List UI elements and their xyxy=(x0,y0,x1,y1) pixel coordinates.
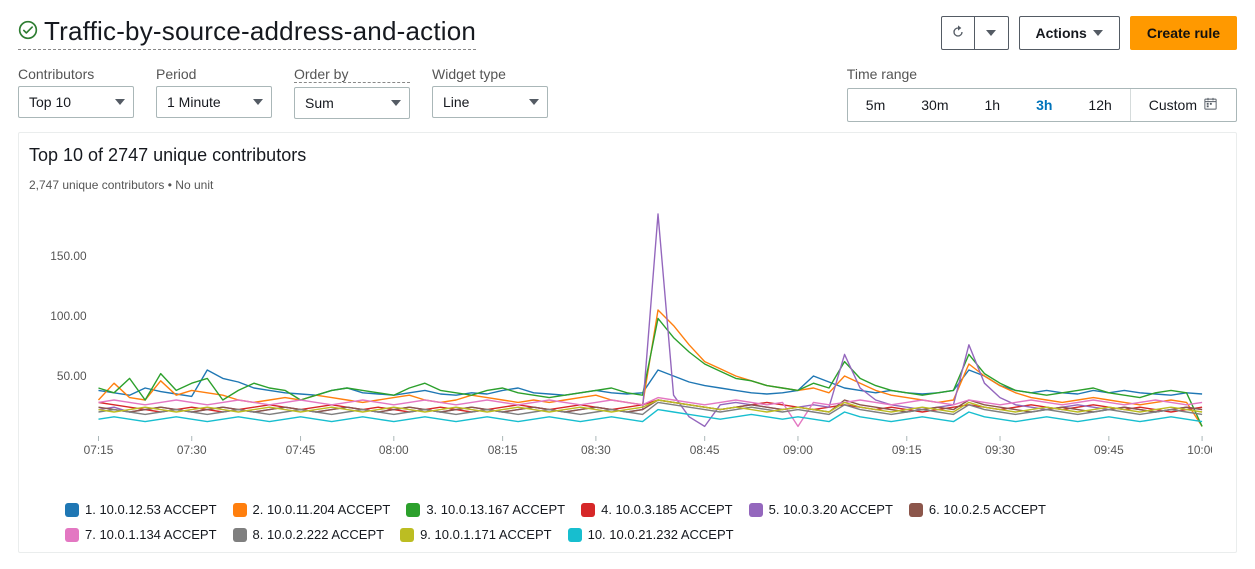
caret-down-icon xyxy=(391,100,401,106)
chart-legend: 1. 10.0.12.53 ACCEPT 2. 10.0.11.204 ACCEP… xyxy=(19,496,1236,542)
widget-field: Widget type Line xyxy=(432,66,548,118)
contributors-label: Contributors xyxy=(18,66,134,82)
contributors-select[interactable]: Top 10 xyxy=(18,86,134,118)
legend-swatch xyxy=(233,503,247,517)
svg-text:07:45: 07:45 xyxy=(286,443,316,457)
line-chart[interactable]: 50.00 100.00 150.00 07:15 07:30 07:45 08:00 08:… xyxy=(43,200,1212,460)
period-field: Period 1 Minute xyxy=(156,66,272,118)
orderby-select[interactable]: Sum xyxy=(294,87,410,119)
legend-swatch xyxy=(65,503,79,517)
legend-item[interactable]: 4. 10.0.3.185 ACCEPT xyxy=(581,502,733,517)
actions-label: Actions xyxy=(1036,25,1087,41)
legend-label: 10. 10.0.21.232 ACCEPT xyxy=(588,527,734,542)
legend-label: 1. 10.0.12.53 ACCEPT xyxy=(85,502,217,517)
legend-swatch xyxy=(909,503,923,517)
legend-item[interactable]: 1. 10.0.12.53 ACCEPT xyxy=(65,502,217,517)
svg-text:07:30: 07:30 xyxy=(177,443,207,457)
refresh-icon xyxy=(950,24,966,43)
period-value: 1 Minute xyxy=(167,94,221,110)
legend-item[interactable]: 3. 10.0.13.167 ACCEPT xyxy=(406,502,565,517)
seg-label: 3h xyxy=(1036,97,1052,113)
refresh-menu-button[interactable] xyxy=(975,16,1009,50)
svg-text:50.00: 50.00 xyxy=(57,369,87,383)
seg-label: 12h xyxy=(1088,97,1111,113)
legend-label: 3. 10.0.13.167 ACCEPT xyxy=(426,502,565,517)
svg-text:09:15: 09:15 xyxy=(892,443,922,457)
legend-item[interactable]: 9. 10.0.1.171 ACCEPT xyxy=(400,527,552,542)
legend-label: 4. 10.0.3.185 ACCEPT xyxy=(601,502,733,517)
seg-label: 30m xyxy=(921,97,948,113)
widget-label: Widget type xyxy=(432,66,548,82)
page-title-wrap: Traffic-by-source-address-and-action xyxy=(18,16,476,50)
caret-down-icon xyxy=(1093,30,1103,36)
svg-text:100.00: 100.00 xyxy=(50,309,87,323)
contributors-value: Top 10 xyxy=(29,94,71,110)
seg-label: 1h xyxy=(984,97,1000,113)
svg-text:08:15: 08:15 xyxy=(488,443,518,457)
refresh-button[interactable] xyxy=(941,16,975,50)
legend-label: 7. 10.0.1.134 ACCEPT xyxy=(85,527,217,542)
legend-swatch xyxy=(581,503,595,517)
svg-text:08:45: 08:45 xyxy=(690,443,720,457)
chart-subtitle: 2,747 unique contributors • No unit xyxy=(19,178,1236,196)
timerange-12h[interactable]: 12h xyxy=(1070,89,1129,121)
timerange-30m[interactable]: 30m xyxy=(903,89,966,121)
svg-text:09:30: 09:30 xyxy=(985,443,1015,457)
legend-swatch xyxy=(233,528,247,542)
caret-down-icon xyxy=(986,30,996,36)
timerange-segmented: 5m 30m 1h 3h 12h Custom xyxy=(847,88,1237,122)
orderby-label: Order by xyxy=(294,66,410,83)
caret-down-icon xyxy=(253,99,263,105)
legend-item[interactable]: 6. 10.0.2.5 ACCEPT xyxy=(909,502,1046,517)
legend-item[interactable]: 7. 10.0.1.134 ACCEPT xyxy=(65,527,217,542)
timerange-3h[interactable]: 3h xyxy=(1018,89,1070,121)
orderby-field: Order by Sum xyxy=(294,66,410,119)
widget-select[interactable]: Line xyxy=(432,86,548,118)
legend-label: 2. 10.0.11.204 ACCEPT xyxy=(253,502,391,517)
chart-card: Top 10 of 2747 unique contributors 2,747… xyxy=(18,132,1237,553)
svg-text:10:00: 10:00 xyxy=(1187,443,1212,457)
contributors-field: Contributors Top 10 xyxy=(18,66,134,118)
timerange-custom[interactable]: Custom xyxy=(1131,89,1236,121)
timerange-1h[interactable]: 1h xyxy=(966,89,1018,121)
calendar-icon xyxy=(1203,96,1218,114)
create-rule-label: Create rule xyxy=(1147,25,1220,41)
svg-text:07:15: 07:15 xyxy=(84,443,114,457)
seg-label: Custom xyxy=(1149,97,1197,113)
legend-item[interactable]: 2. 10.0.11.204 ACCEPT xyxy=(233,502,391,517)
legend-item[interactable]: 10. 10.0.21.232 ACCEPT xyxy=(568,527,734,542)
legend-swatch xyxy=(400,528,414,542)
legend-label: 5. 10.0.3.20 ACCEPT xyxy=(769,502,893,517)
orderby-value: Sum xyxy=(305,95,334,111)
svg-text:08:00: 08:00 xyxy=(379,443,409,457)
timerange-5m[interactable]: 5m xyxy=(848,89,903,121)
caret-down-icon xyxy=(529,99,539,105)
status-ok-icon xyxy=(18,20,38,43)
widget-value: Line xyxy=(443,94,469,110)
legend-item[interactable]: 8. 10.0.2.222 ACCEPT xyxy=(233,527,385,542)
svg-text:150.00: 150.00 xyxy=(50,249,87,263)
legend-item[interactable]: 5. 10.0.3.20 ACCEPT xyxy=(749,502,893,517)
legend-label: 9. 10.0.1.171 ACCEPT xyxy=(420,527,552,542)
legend-swatch xyxy=(65,528,79,542)
page-title: Traffic-by-source-address-and-action xyxy=(44,16,476,47)
seg-label: 5m xyxy=(866,97,885,113)
period-label: Period xyxy=(156,66,272,82)
legend-swatch xyxy=(568,528,582,542)
period-select[interactable]: 1 Minute xyxy=(156,86,272,118)
caret-down-icon xyxy=(115,99,125,105)
legend-label: 8. 10.0.2.222 ACCEPT xyxy=(253,527,385,542)
chart-title: Top 10 of 2747 unique contributors xyxy=(19,139,1236,178)
svg-text:09:00: 09:00 xyxy=(783,443,813,457)
svg-text:09:45: 09:45 xyxy=(1094,443,1124,457)
svg-text:08:30: 08:30 xyxy=(581,443,611,457)
legend-swatch xyxy=(749,503,763,517)
legend-label: 6. 10.0.2.5 ACCEPT xyxy=(929,502,1046,517)
create-rule-button[interactable]: Create rule xyxy=(1130,16,1237,50)
timerange-label: Time range xyxy=(847,66,1237,82)
actions-button[interactable]: Actions xyxy=(1019,16,1120,50)
legend-swatch xyxy=(406,503,420,517)
